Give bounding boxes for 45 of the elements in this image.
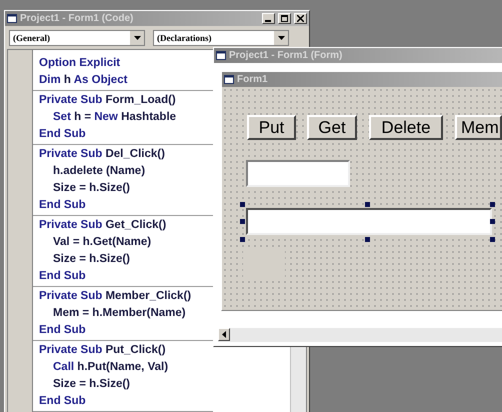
code-line: End Sub <box>39 269 86 284</box>
command-button[interactable]: Mem <box>455 115 502 140</box>
procedure-dropdown[interactable]: (Declarations) <box>153 30 289 46</box>
window-title: Project1 - Form1 (Form) <box>229 50 344 61</box>
code-line: Dim h As Object <box>39 73 128 88</box>
window-title: Project1 - Form1 (Code) <box>20 13 134 24</box>
code-line: Set h = New Hashtable <box>52 110 176 125</box>
code-line: Option Explicit <box>39 56 120 71</box>
caret-icon <box>134 36 140 40</box>
code-line: Private Sub Member_Click() <box>39 289 192 304</box>
code-line: h.adelete (Name) <box>52 164 146 179</box>
code-line: Private Sub Form_Load() <box>39 93 176 108</box>
scroll-left-button[interactable] <box>218 328 230 341</box>
code-line: Private Sub Del_Click() <box>39 147 165 162</box>
code-line: Call h.Put(Name, Val) <box>52 360 168 375</box>
code-line: Private Sub Put_Click() <box>39 343 166 358</box>
horizontal-scrollbar[interactable] <box>218 327 502 342</box>
code-line: End Sub <box>39 127 86 142</box>
code-line: Size = h.Size() <box>52 181 130 196</box>
window-icon <box>224 75 234 84</box>
close-icon <box>297 15 304 22</box>
maximize-icon <box>281 15 288 22</box>
code-line: Size = h.Size() <box>52 252 130 267</box>
left-arrow-icon <box>222 331 226 338</box>
maximize-button[interactable] <box>278 13 291 24</box>
code-line: End Sub <box>39 323 86 338</box>
code-line: End Sub <box>39 394 86 409</box>
code-line: Mem = h.Member(Name) <box>52 306 186 321</box>
command-button[interactable]: Get <box>307 115 357 140</box>
code-line: Private Sub Get_Click() <box>39 218 166 233</box>
minimize-button[interactable] <box>262 13 275 24</box>
text-box[interactable] <box>246 160 350 187</box>
code-line: Size = h.Size() <box>52 377 130 392</box>
command-button[interactable]: Put <box>247 115 296 140</box>
caret-icon <box>278 36 284 40</box>
close-button[interactable] <box>294 13 307 24</box>
window-title: Form1 <box>237 74 269 85</box>
vertical-scrollbar[interactable] <box>290 347 306 412</box>
object-dropdown[interactable]: (General) <box>9 30 145 46</box>
code-editor[interactable] <box>33 50 213 412</box>
window-icon <box>7 14 17 23</box>
command-button[interactable]: Delete <box>369 115 443 140</box>
code-line: Val = h.Get(Name) <box>52 235 152 250</box>
code-line: End Sub <box>39 198 86 213</box>
window-icon <box>216 51 226 60</box>
